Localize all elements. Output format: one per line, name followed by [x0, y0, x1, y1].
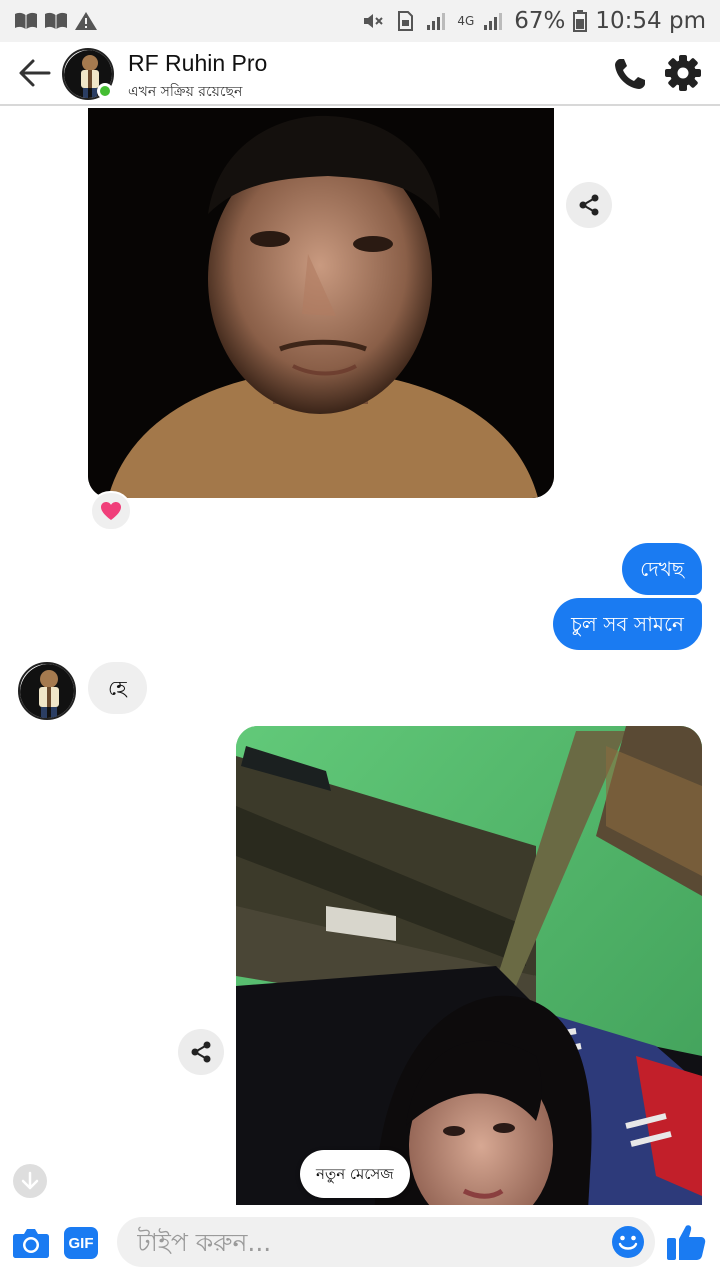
incoming-photo-message[interactable]	[88, 108, 554, 498]
emoji-icon[interactable]	[611, 1225, 645, 1259]
signal-icon	[484, 13, 503, 30]
contact-status: এখন সক্রিয় রয়েছেন	[128, 84, 243, 100]
incoming-message-bubble[interactable]: হে	[88, 662, 147, 714]
book-icon	[15, 12, 37, 29]
avatar-figure	[20, 664, 74, 718]
status-bar-right: 4G 67% 10:54 pm	[361, 8, 706, 34]
message-input[interactable]	[117, 1217, 655, 1267]
share-icon	[579, 194, 599, 216]
signal-icon	[427, 13, 446, 30]
outgoing-photo-message[interactable]	[236, 726, 702, 1205]
sender-avatar[interactable]	[18, 662, 76, 720]
warning-icon	[75, 12, 97, 30]
network-label: 4G	[457, 14, 475, 28]
clock: 10:54 pm	[595, 8, 706, 34]
mute-icon	[364, 14, 384, 28]
photo-portrait-dark	[88, 108, 554, 498]
share-button[interactable]	[566, 182, 612, 228]
new-message-pill[interactable]: নতুন মেসেজ	[300, 1150, 410, 1198]
message-thread[interactable]: দেখছ চুল সব সামনে হে নতুন মেসেজ	[0, 108, 720, 1205]
thumbs-up-icon[interactable]	[665, 1221, 707, 1263]
status-bar: 4G 67% 10:54 pm	[0, 0, 720, 42]
share-button[interactable]	[178, 1029, 224, 1075]
message-composer: GIF	[0, 1205, 720, 1280]
online-indicator	[97, 83, 113, 99]
share-icon	[191, 1041, 211, 1063]
outgoing-message-bubble[interactable]: চুল সব সামনে	[553, 598, 702, 650]
scroll-down-button[interactable]	[13, 1164, 47, 1198]
battery-icon	[573, 10, 588, 32]
arrow-down-icon	[21, 1171, 39, 1190]
battery-percent: 67%	[514, 8, 566, 34]
photo-room-selfie	[236, 726, 702, 1205]
camera-icon[interactable]	[12, 1224, 50, 1262]
heart-icon	[101, 502, 121, 520]
gear-icon[interactable]	[664, 54, 702, 92]
contact-name[interactable]: RF Ruhin Pro	[128, 50, 267, 77]
chat-header: RF Ruhin Pro এখন সক্রিয় রয়েছেন	[0, 42, 720, 106]
back-arrow-icon[interactable]	[18, 56, 52, 90]
phone-icon[interactable]	[612, 56, 648, 92]
heart-reaction[interactable]	[90, 491, 132, 531]
sim-icon	[398, 11, 414, 31]
status-bar-left	[14, 11, 98, 31]
book-icon	[45, 12, 67, 29]
gif-button[interactable]: GIF	[64, 1227, 98, 1259]
outgoing-message-bubble[interactable]: দেখছ	[622, 543, 702, 595]
